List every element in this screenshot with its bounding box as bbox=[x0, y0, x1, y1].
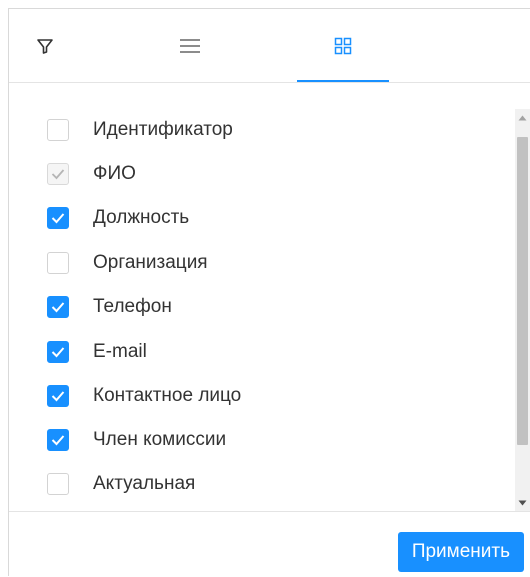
column-label: E-mail bbox=[93, 341, 147, 362]
filter-icon bbox=[37, 38, 53, 54]
check-icon bbox=[51, 435, 65, 446]
arrow-up-icon bbox=[518, 115, 527, 120]
checkbox[interactable] bbox=[47, 296, 69, 318]
column-option-fio: ФИО bbox=[47, 159, 136, 189]
column-settings-panel: Идентификатор ФИО Должность Организация … bbox=[8, 8, 530, 576]
checkbox[interactable] bbox=[47, 473, 69, 495]
scroll-up-button[interactable] bbox=[515, 109, 530, 126]
tab-columns[interactable] bbox=[297, 9, 389, 82]
column-label: Актуальная bbox=[93, 473, 196, 494]
checkbox-disabled bbox=[47, 163, 69, 185]
scroll-down-button[interactable] bbox=[515, 494, 530, 511]
check-icon bbox=[51, 302, 65, 313]
arrow-down-icon bbox=[518, 500, 527, 505]
scrollbar-thumb[interactable] bbox=[517, 137, 528, 445]
column-label: Должность bbox=[93, 207, 190, 228]
menu-icon bbox=[180, 38, 200, 53]
column-option-organization[interactable]: Организация bbox=[47, 248, 208, 278]
column-label: Идентификатор bbox=[93, 119, 233, 140]
vertical-scrollbar[interactable] bbox=[515, 109, 530, 511]
column-option-contact[interactable]: Контактное лицо bbox=[47, 381, 241, 411]
column-label: Член комиссии bbox=[93, 429, 227, 450]
column-option-email[interactable]: E-mail bbox=[47, 337, 147, 367]
check-icon bbox=[51, 213, 65, 224]
check-icon bbox=[51, 347, 65, 358]
apply-button[interactable]: Применить bbox=[397, 532, 524, 572]
checkbox[interactable] bbox=[47, 119, 69, 141]
active-tab-indicator bbox=[297, 80, 389, 82]
grid-icon bbox=[334, 37, 352, 54]
checkbox[interactable] bbox=[47, 207, 69, 229]
column-option-id[interactable]: Идентификатор bbox=[47, 115, 233, 145]
column-label: Контактное лицо bbox=[93, 385, 242, 406]
check-icon bbox=[51, 391, 65, 402]
column-label: Телефон bbox=[93, 296, 172, 317]
column-option-commission[interactable]: Член комиссии bbox=[47, 425, 226, 455]
column-label: Организация bbox=[93, 252, 208, 273]
tab-bar bbox=[9, 9, 530, 83]
column-label: ФИО bbox=[93, 163, 136, 184]
column-option-position[interactable]: Должность bbox=[47, 203, 189, 233]
checkbox[interactable] bbox=[47, 252, 69, 274]
column-list: Идентификатор ФИО Должность Организация … bbox=[9, 83, 530, 512]
tab-menu[interactable] bbox=[144, 9, 236, 82]
checkbox[interactable] bbox=[47, 385, 69, 407]
checkbox[interactable] bbox=[47, 429, 69, 451]
column-option-phone[interactable]: Телефон bbox=[47, 292, 172, 322]
column-option-actual[interactable]: Актуальная bbox=[47, 469, 195, 499]
tab-filter[interactable] bbox=[0, 9, 91, 82]
checkbox[interactable] bbox=[47, 341, 69, 363]
panel-footer: Применить bbox=[9, 512, 530, 577]
check-icon bbox=[51, 169, 65, 180]
